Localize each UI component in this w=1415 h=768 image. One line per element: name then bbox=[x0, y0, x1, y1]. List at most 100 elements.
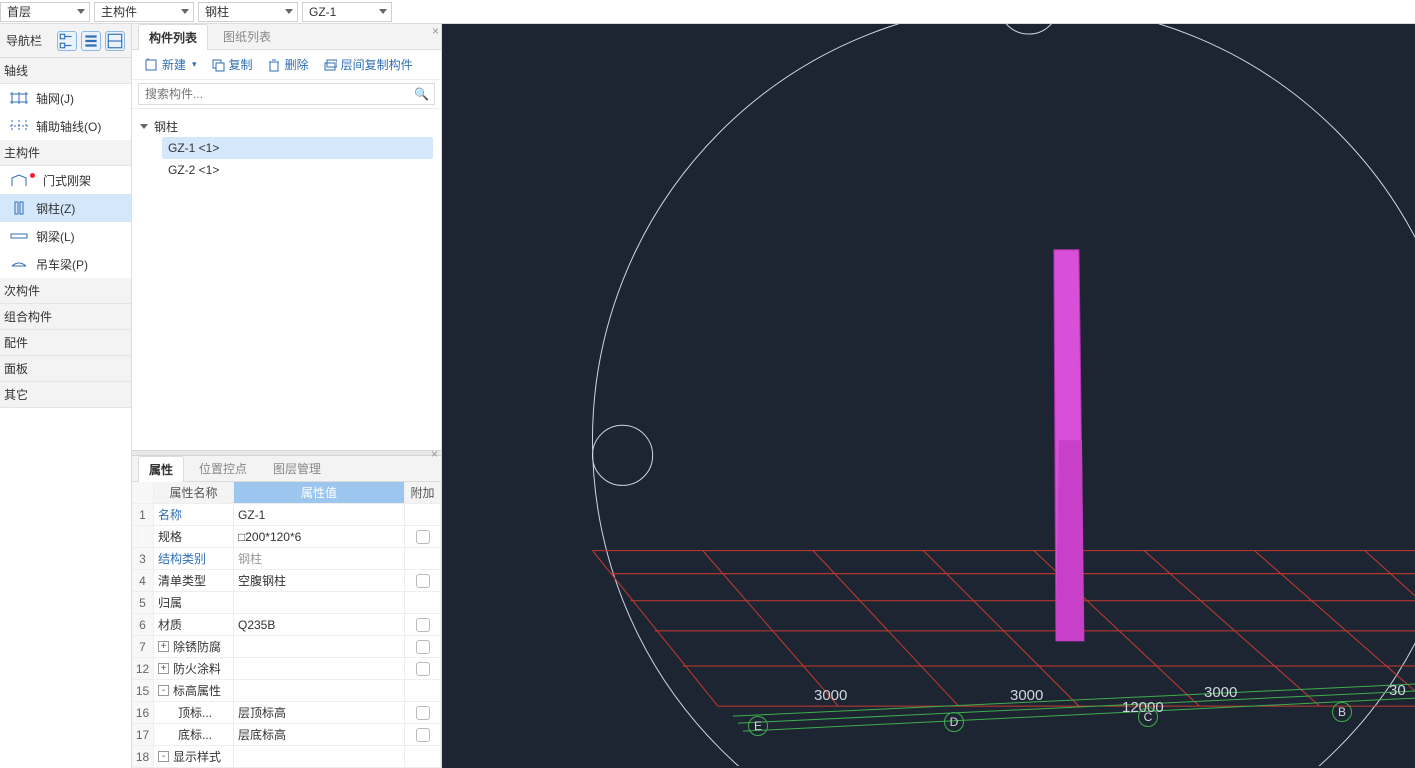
nav-view-list-icon[interactable] bbox=[81, 31, 101, 51]
axis-marker-d: D bbox=[944, 712, 964, 732]
property-extra bbox=[405, 526, 441, 547]
tab-position[interactable]: 位置控点 bbox=[188, 455, 258, 481]
nav-section-panel[interactable]: 面板 bbox=[0, 356, 131, 382]
property-value[interactable]: Q235B bbox=[234, 614, 405, 635]
dimension-label: 3000 bbox=[1010, 687, 1043, 704]
close-icon[interactable]: × bbox=[431, 447, 438, 461]
copy-between-floors-button[interactable]: 层间复制构件 bbox=[319, 54, 417, 75]
delete-button[interactable]: 删除 bbox=[263, 54, 313, 75]
property-row[interactable]: 1名称GZ-1 bbox=[132, 504, 441, 526]
aux-axis-icon bbox=[10, 119, 28, 133]
property-row[interactable]: 6材质Q235B bbox=[132, 614, 441, 636]
property-value[interactable]: 层顶标高 bbox=[234, 702, 405, 723]
property-row[interactable]: 7+除锈防腐 bbox=[132, 636, 441, 658]
checkbox[interactable] bbox=[416, 662, 430, 676]
nav-item-label: 钢梁(L) bbox=[36, 228, 75, 245]
property-value[interactable]: 层底标高 bbox=[234, 724, 405, 745]
nav-view-tree-icon[interactable] bbox=[57, 31, 77, 51]
type-dropdown[interactable]: 钢柱 bbox=[198, 2, 298, 22]
nav-section-axis[interactable]: 轴线 bbox=[0, 58, 131, 84]
checkbox[interactable] bbox=[416, 574, 430, 588]
tree-node-root[interactable]: 钢柱 bbox=[140, 115, 433, 137]
nav-view-grid-icon[interactable] bbox=[105, 31, 125, 51]
nav-item-axis-grid[interactable]: 轴网(J) bbox=[0, 84, 131, 112]
property-row[interactable]: 17底标...层底标高 bbox=[132, 724, 441, 746]
property-row[interactable]: 3结构类别钢柱 bbox=[132, 548, 441, 570]
nav-item-portal-frame[interactable]: 门式刚架 bbox=[0, 166, 131, 194]
property-row[interactable]: 16顶标...层顶标高 bbox=[132, 702, 441, 724]
property-row[interactable]: 15-标高属性 bbox=[132, 680, 441, 702]
search-icon[interactable]: 🔍 bbox=[414, 87, 429, 101]
chevron-down-icon bbox=[285, 9, 293, 14]
tree-item-gz1[interactable]: GZ-1 <1> bbox=[162, 137, 433, 159]
property-row[interactable]: 18-显示样式 bbox=[132, 746, 441, 768]
3d-viewport[interactable]: 3000 3000 12000 3000 30 E D C B bbox=[442, 24, 1415, 768]
property-value[interactable]: 钢柱 bbox=[234, 548, 405, 569]
property-extra bbox=[405, 636, 441, 657]
tree-expand-icon[interactable] bbox=[140, 124, 148, 129]
search-input[interactable] bbox=[138, 83, 435, 105]
nav-section-fittings[interactable]: 配件 bbox=[0, 330, 131, 356]
property-extra bbox=[405, 680, 441, 701]
checkbox[interactable] bbox=[416, 640, 430, 654]
property-name: +防火涂料 bbox=[154, 658, 234, 679]
property-name: 结构类别 bbox=[154, 548, 234, 569]
property-name: 材质 bbox=[154, 614, 234, 635]
row-number: 17 bbox=[132, 724, 154, 745]
row-number: 18 bbox=[132, 746, 154, 767]
checkbox[interactable] bbox=[416, 530, 430, 544]
property-row[interactable]: 12+防火涂料 bbox=[132, 658, 441, 680]
collapse-icon[interactable]: - bbox=[158, 751, 169, 762]
property-tabs: 属性 位置控点 图层管理 bbox=[132, 456, 441, 482]
col-value[interactable]: 属性值 bbox=[234, 482, 405, 503]
property-value[interactable]: GZ-1 bbox=[234, 504, 405, 525]
dimension-label: 3000 bbox=[814, 687, 847, 704]
property-value[interactable] bbox=[234, 636, 405, 657]
nav-section-combo[interactable]: 组合构件 bbox=[0, 304, 131, 330]
expand-icon[interactable]: + bbox=[158, 663, 169, 674]
checkbox[interactable] bbox=[416, 728, 430, 742]
type-dropdown-value: 钢柱 bbox=[205, 3, 229, 20]
property-value[interactable] bbox=[234, 746, 405, 767]
floor-dropdown[interactable]: 首层 bbox=[0, 2, 90, 22]
tab-component-list[interactable]: 构件列表 bbox=[138, 24, 208, 50]
collapse-icon[interactable]: - bbox=[158, 685, 169, 696]
checkbox[interactable] bbox=[416, 706, 430, 720]
expand-icon[interactable]: + bbox=[158, 641, 169, 652]
property-value[interactable] bbox=[234, 658, 405, 679]
tab-properties[interactable]: 属性 bbox=[138, 456, 184, 482]
row-number: 2 bbox=[132, 526, 154, 547]
nav-section-other[interactable]: 其它 bbox=[0, 382, 131, 408]
instance-dropdown[interactable]: GZ-1 bbox=[302, 2, 392, 22]
property-value[interactable] bbox=[234, 680, 405, 701]
category-dropdown[interactable]: 主构件 bbox=[94, 2, 194, 22]
copy-button[interactable]: 复制 bbox=[207, 54, 257, 75]
nav-item-crane-beam[interactable]: 吊车梁(P) bbox=[0, 250, 131, 278]
nav-section-main-comp[interactable]: 主构件 bbox=[0, 140, 131, 166]
property-extra bbox=[405, 724, 441, 745]
nav-item-label: 钢柱(Z) bbox=[36, 200, 75, 217]
property-row[interactable]: 2规格□200*120*6 bbox=[132, 526, 441, 548]
left-nav-panel: 导航栏 轴线 轴网(J) 辅助轴线(O) 主构件 门式刚架 bbox=[0, 24, 132, 768]
property-value[interactable]: □200*120*6 bbox=[234, 526, 405, 547]
grid-icon bbox=[10, 91, 28, 105]
tab-drawing-list[interactable]: 图纸列表 bbox=[212, 23, 282, 49]
nav-item-steel-column[interactable]: 钢柱(Z) bbox=[0, 194, 131, 222]
checkbox[interactable] bbox=[416, 618, 430, 632]
property-value[interactable]: 空腹钢柱 bbox=[234, 570, 405, 591]
property-row[interactable]: 5归属 bbox=[132, 592, 441, 614]
tab-layer[interactable]: 图层管理 bbox=[262, 455, 332, 481]
chevron-down-icon bbox=[181, 9, 189, 14]
new-button[interactable]: 新建▾ bbox=[140, 54, 201, 75]
close-icon[interactable]: × bbox=[432, 24, 439, 38]
nav-item-steel-beam[interactable]: 钢梁(L) bbox=[0, 222, 131, 250]
property-grid: 属性名称 属性值 附加 1名称GZ-12规格□200*120*63结构类别钢柱4… bbox=[132, 482, 441, 768]
property-name: -显示样式 bbox=[154, 746, 234, 767]
nav-section-sub-comp[interactable]: 次构件 bbox=[0, 278, 131, 304]
col-name: 属性名称 bbox=[154, 482, 234, 503]
tree-item-gz2[interactable]: GZ-2 <1> bbox=[162, 159, 433, 181]
property-value[interactable] bbox=[234, 592, 405, 613]
nav-title: 导航栏 bbox=[6, 32, 42, 49]
nav-item-aux-axis[interactable]: 辅助轴线(O) bbox=[0, 112, 131, 140]
property-row[interactable]: 4清单类型空腹钢柱 bbox=[132, 570, 441, 592]
